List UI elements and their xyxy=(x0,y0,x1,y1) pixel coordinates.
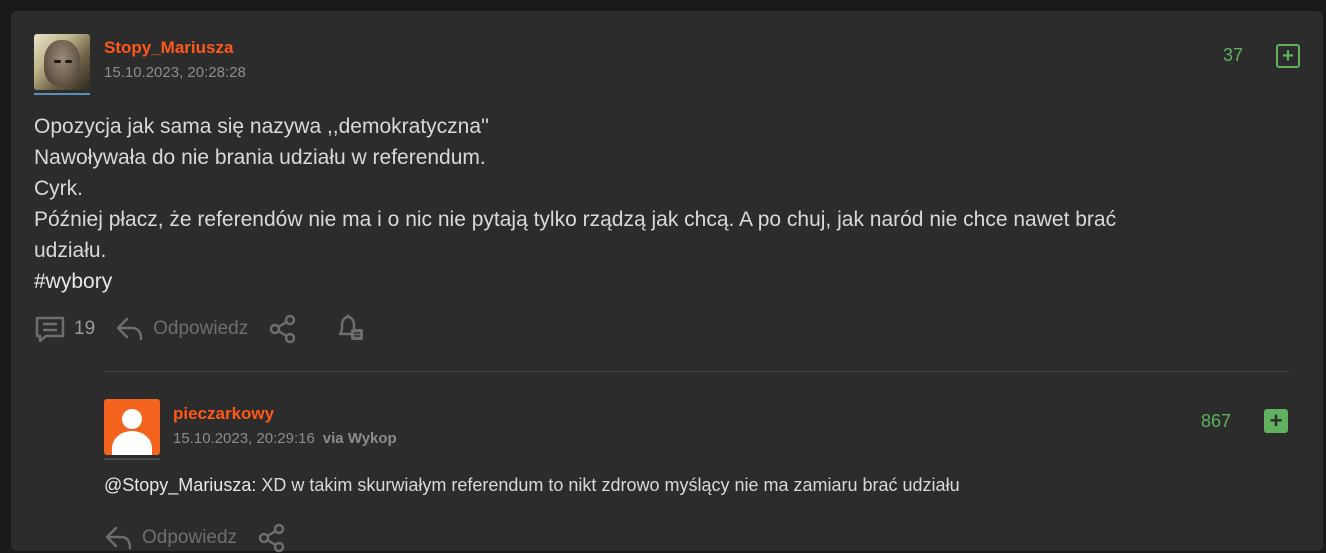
reply-author-avatar[interactable] xyxy=(104,399,160,455)
default-avatar-head xyxy=(122,409,142,429)
reply-timestamp-row: 15.10.2023, 20:29:16 via Wykop xyxy=(173,430,397,447)
post-body-line: Nawoływała do nie brania udziału w refer… xyxy=(34,146,486,169)
share-icon xyxy=(268,314,298,344)
avatar-eye xyxy=(54,60,61,63)
reply-vote-count: 867 xyxy=(1200,411,1231,431)
reply-actions: Odpowiedz xyxy=(104,523,307,553)
reply-timestamp[interactable]: 15.10.2023, 20:29:16 xyxy=(173,430,315,447)
user-mention-link[interactable]: @Stopy_Mariusza: xyxy=(104,475,256,495)
avatar-eye xyxy=(65,60,72,63)
post-timestamp[interactable]: 15.10.2023, 20:28:28 xyxy=(104,64,246,81)
comments-count: 19 xyxy=(74,318,96,339)
default-avatar-body xyxy=(112,431,152,455)
post-body-line: Opozycja jak sama się nazywa ,,demokraty… xyxy=(34,115,490,138)
post-body-line: udziału. xyxy=(34,239,107,262)
thread-divider xyxy=(104,371,1290,372)
reply-label: Odpowiedz xyxy=(153,318,249,339)
plus-icon: + xyxy=(1269,408,1283,433)
reply-author-username[interactable]: pieczarkowy xyxy=(173,404,274,424)
post-vote-count: 37 xyxy=(1222,45,1243,65)
hashtag-link[interactable]: #wybory xyxy=(34,266,1284,297)
share-icon xyxy=(257,523,287,553)
post-body-line: Cyrk. xyxy=(34,177,83,200)
post-body: Opozycja jak sama się nazywa ,,demokraty… xyxy=(34,111,1284,297)
avatar-underline xyxy=(34,93,90,95)
upvote-button[interactable]: + xyxy=(1276,44,1300,68)
post-actions: 19 Odpowiedz xyxy=(34,314,386,344)
post-body-line: Później płacz, że referendów nie ma i o … xyxy=(34,208,1117,231)
via-source: via Wykop xyxy=(322,430,397,447)
observe-button[interactable] xyxy=(334,314,366,344)
avatar-face-image xyxy=(44,40,80,86)
avatar-underline xyxy=(104,458,160,460)
reply-reply-button[interactable]: Odpowiedz xyxy=(104,524,237,552)
reply-text: XD w takim skurwiałym referendum to nikt… xyxy=(256,475,960,495)
plus-icon: + xyxy=(1282,45,1294,67)
comments-button[interactable]: 19 xyxy=(34,315,95,343)
author-username[interactable]: Stopy_Mariusza xyxy=(104,38,233,58)
reply-arrow-icon xyxy=(115,315,145,343)
reply-arrow-icon xyxy=(104,524,134,552)
reply-button[interactable]: Odpowiedz xyxy=(115,315,248,343)
reply-body: @Stopy_Mariusza: XD w takim skurwiałym r… xyxy=(104,475,1284,496)
reply-upvote-button[interactable]: + xyxy=(1264,409,1288,433)
entry-card: Stopy_Mariusza 15.10.2023, 20:28:28 37 +… xyxy=(11,11,1323,553)
reply-share-button[interactable] xyxy=(257,523,287,553)
reply-label: Odpowiedz xyxy=(142,527,238,548)
author-avatar[interactable] xyxy=(34,34,90,90)
share-button[interactable] xyxy=(268,314,298,344)
comments-icon xyxy=(34,315,66,343)
bell-observe-icon xyxy=(334,314,366,344)
